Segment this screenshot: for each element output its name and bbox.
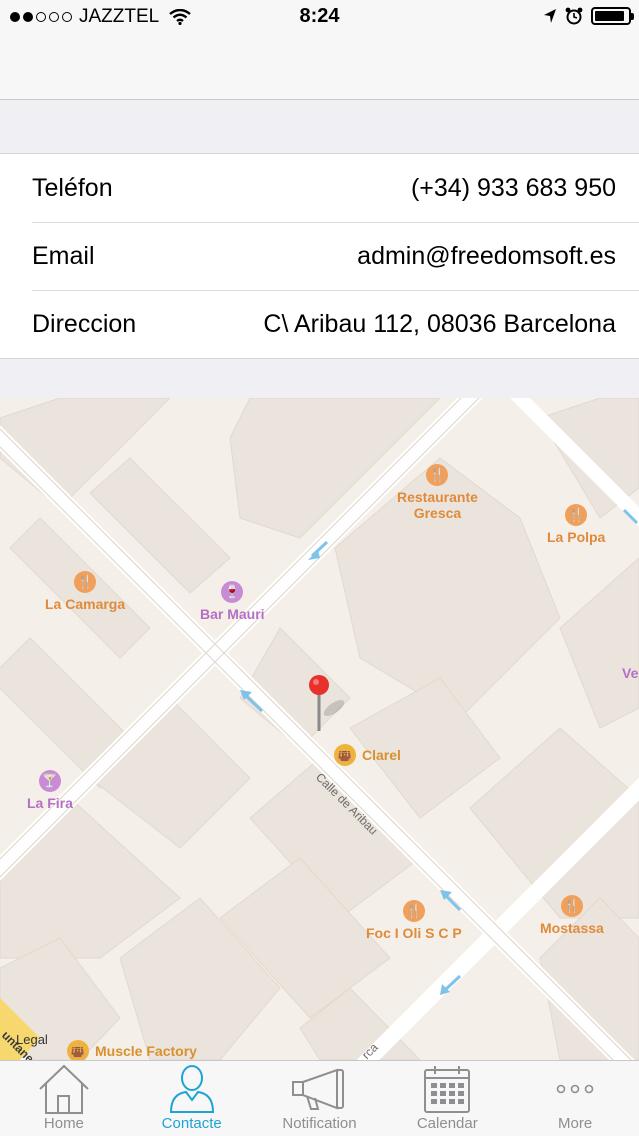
email-row[interactable]: Email admin@freedomsoft.es — [0, 222, 639, 290]
restaurant-icon: 🍴 — [402, 900, 425, 922]
home-icon — [38, 1063, 90, 1115]
poi-label: Bar Mauri — [200, 606, 265, 622]
address-value[interactable]: C\ Aribau 112, 08036 Barcelona — [263, 310, 616, 339]
restaurant-icon: 🍴 — [560, 895, 583, 917]
address-label: Direccion — [32, 309, 137, 338]
tab-label: More — [557, 1115, 593, 1132]
phone-value[interactable]: (+34) 933 683 950 — [411, 174, 616, 203]
location-pin-icon — [309, 675, 345, 731]
poi-restaurante-gresca[interactable]: 🍴 Restaurante Gresca — [397, 464, 478, 521]
poi-label: La Camarga — [45, 596, 126, 612]
restaurant-icon: 🍴 — [426, 464, 449, 486]
bar-glass-icon: 🍷 — [221, 581, 244, 603]
address-row[interactable]: Direccion C\ Aribau 112, 08036 Barcelona — [0, 290, 639, 358]
poi-foc-i-oli[interactable]: 🍴 Foc I Oli S C P — [366, 900, 462, 941]
status-indicators — [543, 7, 634, 25]
phone-label: Teléfon — [32, 173, 113, 202]
calendar-icon — [423, 1063, 471, 1115]
tab-calendar[interactable]: Calendar — [383, 1061, 511, 1136]
shopping-bag-icon: 👜 — [334, 744, 356, 766]
poi-clarel[interactable]: 👜 Clarel — [334, 744, 401, 766]
poi-label: Muscle Factory — [95, 1043, 197, 1059]
tab-more[interactable]: More — [511, 1061, 639, 1136]
poi-label: Restaurante Gresca — [397, 489, 478, 521]
map-legal-link[interactable]: Legal — [16, 1032, 48, 1047]
status-bar: JAZZTEL 8:24 — [0, 0, 639, 40]
poi-la-camarga[interactable]: 🍴 La Camarga — [45, 571, 125, 612]
phone-row[interactable]: Teléfon (+34) 933 683 950 — [0, 154, 639, 222]
poi-muscle-factory[interactable]: 👜 Muscle Factory — [67, 1040, 197, 1060]
poi-label: Mostassa — [540, 920, 604, 936]
cocktail-icon: 🍸 — [38, 770, 61, 792]
location-arrow-icon — [544, 9, 556, 23]
email-value[interactable]: admin@freedomsoft.es — [357, 242, 616, 271]
poi-label: La Fira — [27, 795, 73, 811]
poi-la-polpa[interactable]: 🍴 La Polpa — [547, 504, 605, 545]
poi-ve[interactable]: Ve — [622, 665, 638, 681]
navigation-bar — [0, 40, 639, 100]
tab-label: Notification — [282, 1115, 357, 1132]
restaurant-icon: 🍴 — [565, 504, 588, 526]
tab-label: Contacte — [161, 1115, 222, 1132]
contact-person-icon — [169, 1063, 215, 1115]
poi-mostassa[interactable]: 🍴 Mostassa — [540, 895, 604, 936]
tab-bar: Home Contacte Notification Calendar More — [0, 1060, 639, 1136]
restaurant-icon: 🍴 — [74, 571, 97, 593]
poi-label: Foc I Oli S C P — [366, 925, 462, 941]
tab-label: Calendar — [416, 1115, 478, 1132]
poi-label: La Polpa — [547, 529, 606, 545]
poi-bar-mauri[interactable]: 🍷 Bar Mauri — [200, 581, 265, 622]
location-map[interactable]: 🍴 Restaurante Gresca 🍴 La Polpa 🍴 La Cam… — [0, 398, 639, 1060]
tab-contacte[interactable]: Contacte — [128, 1061, 256, 1136]
tab-label: Home — [43, 1115, 84, 1132]
poi-label: Clarel — [362, 747, 401, 763]
shopping-bag-icon: 👜 — [67, 1040, 89, 1060]
battery-icon — [591, 7, 634, 25]
alarm-clock-icon — [565, 7, 583, 25]
email-label: Email — [32, 241, 95, 270]
tab-home[interactable]: Home — [0, 1061, 128, 1136]
contact-info-table: Teléfon (+34) 933 683 950 Email admin@fr… — [0, 153, 639, 359]
poi-la-fira[interactable]: 🍸 La Fira — [27, 770, 73, 811]
more-dots-icon — [555, 1063, 595, 1115]
poi-label: Ve — [622, 665, 639, 681]
megaphone-icon — [291, 1063, 347, 1115]
tab-notification[interactable]: Notification — [256, 1061, 384, 1136]
